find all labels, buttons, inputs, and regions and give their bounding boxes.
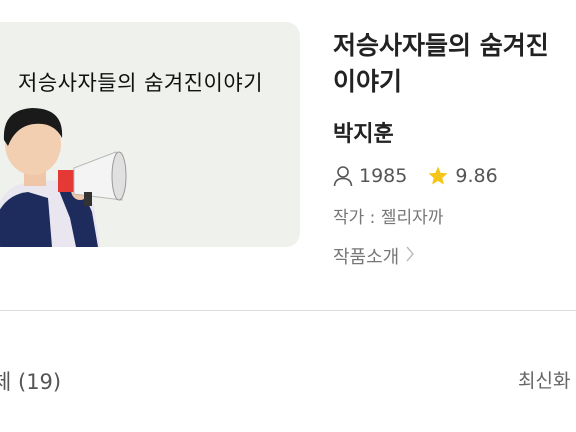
chevron-right-icon: [405, 245, 415, 268]
thumbnail-image: 저승사자들의 숨겨진이야기: [0, 22, 300, 247]
writer-label: 작가 : 젤리자까: [333, 208, 444, 228]
intro-link[interactable]: 작품소개: [333, 243, 415, 269]
section-divider: [0, 310, 576, 311]
person-with-megaphone-illustration: [0, 108, 127, 247]
person-icon: [333, 165, 353, 187]
work-name-label: 박지훈: [333, 122, 394, 147]
rating-value: 9.86: [455, 165, 498, 187]
work-stats: 1985 9.86: [333, 162, 498, 190]
work-detail-page: 저승사자들의 숨겨진이야기 저승사자들의 숨겨진 이야기 박지훈 1985 9.…: [0, 0, 576, 432]
view-count: 1985: [359, 165, 408, 187]
work-title: 저승사자들의 숨겨진 이야기: [333, 31, 549, 96]
star-icon: [427, 165, 449, 187]
intro-label: 작품소개: [333, 247, 400, 268]
episode-count-tab[interactable]: 체 (19): [0, 366, 61, 396]
sort-latest-button[interactable]: 최신화: [518, 366, 570, 393]
